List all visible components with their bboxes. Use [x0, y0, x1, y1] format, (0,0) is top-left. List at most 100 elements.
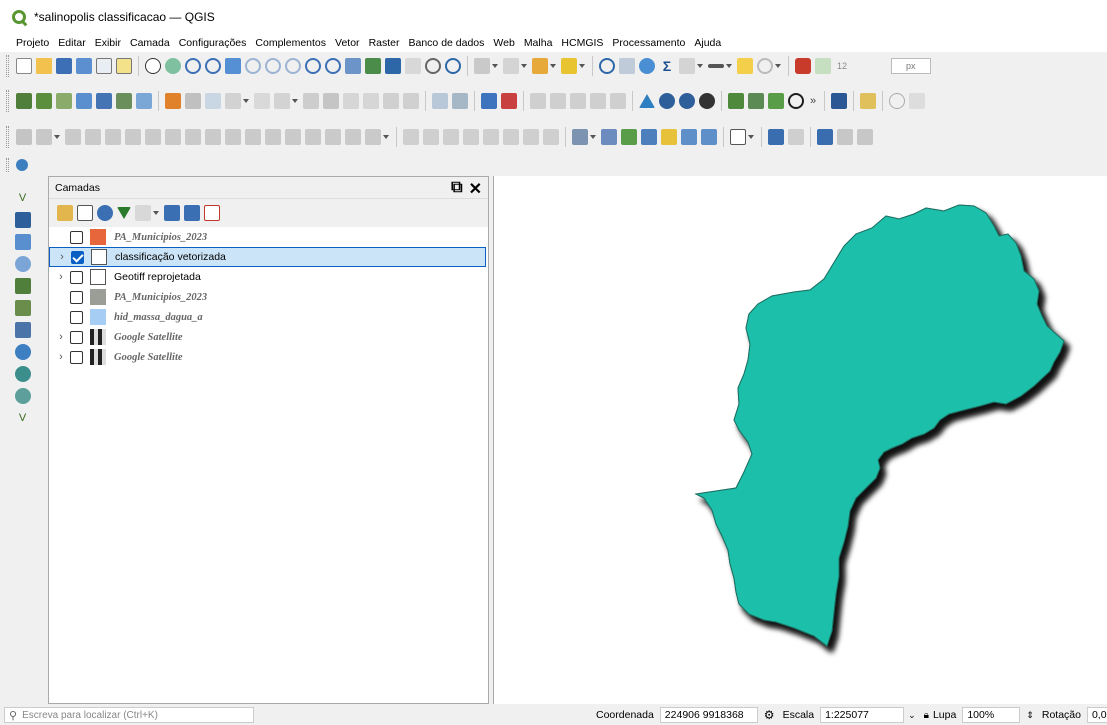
rotation-field[interactable]: 0,0 ° [1086, 707, 1107, 723]
abc-label-icon[interactable] [501, 93, 517, 109]
scale-feature-icon[interactable] [85, 129, 101, 145]
save-project-icon[interactable] [56, 58, 72, 74]
move-label-icon[interactable] [550, 93, 566, 109]
select-by-value-icon[interactable] [532, 58, 548, 74]
toolbar-grip[interactable] [6, 55, 9, 77]
add-raster-icon[interactable] [96, 93, 112, 109]
change-label-icon[interactable] [590, 93, 606, 109]
add-vector-icon[interactable] [56, 93, 72, 109]
statistics-icon[interactable]: Σ [659, 58, 675, 74]
menu-vetor[interactable]: Vetor [335, 37, 360, 49]
add-wcs-layer-icon[interactable] [14, 388, 31, 404]
temporal-controller-icon[interactable] [425, 58, 441, 74]
layer-item[interactable]: › Google Satellite [49, 347, 488, 367]
attribute-table-icon[interactable] [474, 58, 490, 74]
annotation-svg-icon[interactable] [641, 129, 657, 145]
new-map-view-icon[interactable] [345, 58, 361, 74]
open-project-icon[interactable] [36, 58, 52, 74]
add-mesh-icon[interactable] [136, 93, 152, 109]
add-postgis-icon[interactable] [14, 322, 31, 338]
undock-6-icon[interactable] [503, 129, 519, 145]
add-wms-icon[interactable] [116, 93, 132, 109]
layer-item[interactable]: PA_Municipios_2023 [49, 227, 488, 247]
zoom-out-icon[interactable] [205, 58, 221, 74]
select-features-icon[interactable] [503, 58, 519, 74]
menu-camada[interactable]: Camada [130, 37, 170, 49]
unit-spinbox[interactable]: px [891, 58, 932, 74]
paste-features-icon[interactable] [363, 93, 379, 109]
pin-labels-icon[interactable] [452, 93, 468, 109]
add-mesh-layer-icon[interactable] [14, 234, 31, 250]
layer-visibility-checkbox[interactable] [70, 350, 83, 364]
zoom-in-icon[interactable] [185, 58, 201, 74]
expand-all-icon[interactable] [164, 205, 180, 221]
toolbar-grip[interactable] [6, 126, 9, 148]
undock-4-icon[interactable] [463, 129, 479, 145]
annotation-star-icon[interactable] [661, 129, 677, 145]
layer-visibility-checkbox[interactable] [70, 290, 83, 304]
add-virtual-layer-icon[interactable]: V [15, 410, 31, 426]
layout-manager-icon[interactable] [116, 58, 132, 74]
toggle-editing-icon[interactable] [165, 93, 181, 109]
cut-features-icon[interactable] [323, 93, 339, 109]
digitize-icon[interactable] [205, 93, 221, 109]
menu-ajuda[interactable]: Ajuda [694, 37, 721, 49]
add-vector-layer-icon[interactable]: V [15, 190, 31, 206]
add-wms-layer-icon[interactable] [14, 344, 31, 360]
scale-field[interactable]: 1:225077 [820, 707, 905, 723]
plugin-circle-icon[interactable] [16, 159, 28, 171]
add-group-icon[interactable] [77, 205, 93, 221]
undock-7-icon[interactable] [523, 129, 539, 145]
topology-icon[interactable] [857, 129, 873, 145]
add-spatialite-icon[interactable] [14, 300, 31, 316]
layer-visibility-checkbox[interactable] [70, 310, 83, 324]
merge-features-icon[interactable] [305, 129, 321, 145]
layer-item[interactable]: › Google Satellite [49, 327, 488, 347]
snap-tool-icon[interactable] [837, 129, 853, 145]
copy-features-icon[interactable] [343, 93, 359, 109]
zoom-full-icon[interactable] [225, 58, 241, 74]
delete-selected-icon[interactable] [303, 93, 319, 109]
undock-1-icon[interactable] [403, 129, 419, 145]
show-hide-labels-icon[interactable] [530, 93, 546, 109]
undock-5-icon[interactable] [483, 129, 499, 145]
undock-3-icon[interactable] [443, 129, 459, 145]
zoom-native-icon[interactable] [285, 58, 301, 74]
menu-web[interactable]: Web [493, 37, 514, 49]
rotate-point-icon[interactable] [345, 129, 361, 145]
new-geopackage-icon[interactable] [36, 93, 52, 109]
map-canvas[interactable] [493, 176, 1107, 704]
remove-layer-icon[interactable] [204, 205, 220, 221]
vertex-tool-icon[interactable] [254, 93, 270, 109]
plugin-globe-icon[interactable] [699, 93, 715, 109]
overflow-chevron-icon[interactable]: » [810, 95, 816, 107]
collapse-all-icon[interactable] [184, 205, 200, 221]
measure-bearing-icon[interactable] [768, 129, 784, 145]
refresh-icon[interactable] [445, 58, 461, 74]
split-features-icon[interactable] [265, 129, 281, 145]
bookmark-icon[interactable] [385, 58, 401, 74]
undo-icon[interactable] [383, 93, 399, 109]
layer-visibility-checkbox[interactable] [70, 230, 83, 244]
digitizing-icon[interactable] [16, 129, 32, 145]
rotate-feature-icon[interactable] [65, 129, 81, 145]
data-source-manager-icon[interactable] [16, 93, 32, 109]
lock-icon[interactable]: 🔒︎ [924, 710, 929, 721]
merge-attributes-icon[interactable] [325, 129, 341, 145]
menu-configuracoes[interactable]: Configurações [179, 37, 247, 49]
label-tool-icon[interactable] [432, 93, 448, 109]
add-wfs-layer-icon[interactable] [14, 366, 31, 382]
print-layout-icon[interactable] [96, 58, 112, 74]
spin-arrows-icon[interactable]: ⇕ [1026, 710, 1034, 721]
pan-icon[interactable] [145, 58, 161, 74]
gps-icon[interactable] [679, 93, 695, 109]
menu-complementos[interactable]: Complementos [255, 37, 326, 49]
measure-line-icon[interactable] [708, 64, 724, 68]
menu-projeto[interactable]: Projeto [16, 37, 49, 49]
magnifier-field[interactable]: 100% [962, 707, 1021, 723]
toggle-extents-icon[interactable]: ⚙ [764, 708, 775, 722]
annotation-html-icon[interactable] [621, 129, 637, 145]
simplify-icon[interactable] [105, 129, 121, 145]
tracing-icon[interactable] [815, 58, 831, 74]
panel-toggle-icon[interactable] [909, 93, 926, 109]
